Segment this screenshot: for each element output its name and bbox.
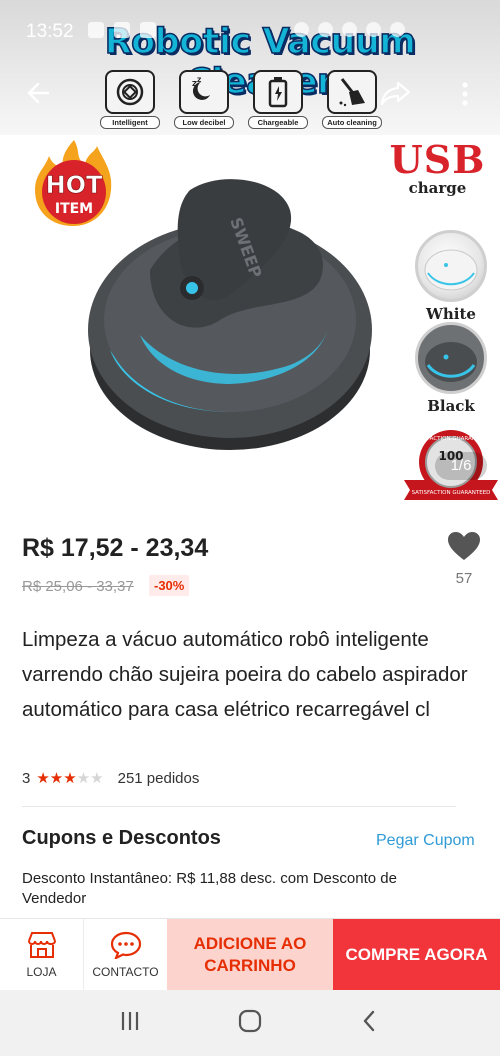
robot-vacuum-image: SWEEP xyxy=(80,160,380,460)
star-filled-icon: ★ xyxy=(49,770,64,787)
star-empty-icon: ★ xyxy=(90,770,104,787)
recent-apps-button[interactable] xyxy=(118,1009,142,1038)
star-filled-icon: ★ xyxy=(36,770,50,787)
svg-text:Z: Z xyxy=(197,77,202,84)
moon-sleep-icon: ZZ xyxy=(179,70,229,114)
discount-badge: -30% xyxy=(149,575,190,596)
instant-discount-text: Desconto Instantâneo: R$ 11,88 desc. com… xyxy=(22,870,397,907)
star-filled-icon: ★ xyxy=(63,770,77,787)
rating-stars: ★★★★★ xyxy=(36,769,103,787)
store-icon xyxy=(27,932,56,958)
robot-outline-icon xyxy=(105,70,155,114)
seal-bottom-text: SATISFACTION GUARANTEED xyxy=(412,490,491,496)
color-label-white: White xyxy=(426,305,476,323)
system-navigation-bar xyxy=(0,990,500,1056)
color-option-white[interactable]: White xyxy=(412,230,490,323)
back-button[interactable] xyxy=(22,78,56,108)
feature-label: Low decibel xyxy=(174,116,234,129)
heart-icon xyxy=(448,532,480,560)
feature-auto-cleaning: Auto cleaning xyxy=(322,70,382,129)
arrow-left-icon xyxy=(27,82,50,104)
feature-chargeable: Chargeable xyxy=(248,70,308,129)
feature-icons-row: Intelligent ZZ Low decibel Chargeable Au… xyxy=(100,70,382,129)
image-counter: 1/6 xyxy=(435,452,487,480)
chat-bubble-icon xyxy=(110,931,141,959)
signal-icon xyxy=(390,22,405,37)
more-vertical-icon xyxy=(462,82,468,106)
buy-now-button[interactable]: COMPRE AGORA xyxy=(333,919,500,991)
share-icon xyxy=(380,81,411,106)
add-to-cart-button[interactable]: ADICIONE AO CARRINHO xyxy=(167,919,333,991)
black-robot-thumbnail xyxy=(415,322,487,394)
system-back-button[interactable] xyxy=(358,1009,382,1038)
product-image-gallery[interactable]: 13:52 Robotic Vacuum Cleaner Intelligent… xyxy=(0,0,500,505)
seal-top-text: SATISFACTION GUARANTEED xyxy=(412,436,491,442)
product-title: Limpeza a vácuo automático robô intelige… xyxy=(22,628,468,721)
home-icon xyxy=(238,1009,262,1032)
contact-button[interactable]: CONTACTO xyxy=(84,919,167,991)
color-label-black: Black xyxy=(427,397,475,415)
battery-icon xyxy=(253,70,303,114)
rating-value: 3 xyxy=(22,769,31,787)
contact-label: CONTACTO xyxy=(92,965,159,979)
more-options-button[interactable] xyxy=(455,78,475,110)
bluetooth-icon xyxy=(318,22,333,37)
usb-label-big: USB xyxy=(389,137,486,182)
notification-heart-icon xyxy=(88,22,104,38)
notification-gallery-icon xyxy=(114,22,130,38)
feature-low-decibel: ZZ Low decibel xyxy=(174,70,234,129)
mute-icon xyxy=(342,22,357,37)
orders-count: 251 pedidos xyxy=(117,769,200,787)
chevron-left-icon xyxy=(364,1010,375,1031)
status-time: 13:52 xyxy=(26,21,74,42)
wifi-icon xyxy=(366,22,381,37)
home-button[interactable] xyxy=(237,1008,263,1039)
star-empty-icon: ★ xyxy=(76,770,91,787)
color-option-black[interactable]: Black xyxy=(412,322,490,415)
feature-label: Intelligent xyxy=(100,116,160,129)
system-status-icons xyxy=(294,22,405,37)
status-bar: 13:52 xyxy=(0,0,500,42)
notification-icons xyxy=(88,22,156,38)
feature-label: Auto cleaning xyxy=(322,116,382,129)
share-button[interactable] xyxy=(378,78,414,108)
usb-label-small: charge xyxy=(408,179,467,197)
feature-label: Chargeable xyxy=(248,116,308,129)
store-button[interactable]: LOJA xyxy=(0,919,83,991)
price-range: R$ 17,52 - 23,34 xyxy=(22,534,209,562)
bottom-action-bar: LOJA CONTACTO ADICIONE AO CARRINHO COMPR… xyxy=(0,918,500,991)
original-price: R$ 25,06 - 33,37 xyxy=(22,578,134,595)
alarm-icon xyxy=(294,22,309,37)
rating-row[interactable]: 3 ★★★★★ 251 pedidos xyxy=(22,769,200,788)
white-robot-thumbnail xyxy=(415,230,487,302)
coupons-section-title: Cupons e Descontos xyxy=(22,827,221,849)
usb-charge-label: USB charge xyxy=(385,137,490,197)
recent-apps-icon xyxy=(121,1011,138,1030)
wishlist-count: 57 xyxy=(455,570,473,587)
feature-intelligent: Intelligent xyxy=(100,70,160,129)
section-divider xyxy=(22,806,456,807)
store-label: LOJA xyxy=(26,965,57,979)
notification-app-icon xyxy=(140,22,156,38)
wishlist-button[interactable] xyxy=(446,530,482,562)
broom-icon xyxy=(327,70,377,114)
get-coupon-link[interactable]: Pegar Cupom xyxy=(376,832,475,850)
